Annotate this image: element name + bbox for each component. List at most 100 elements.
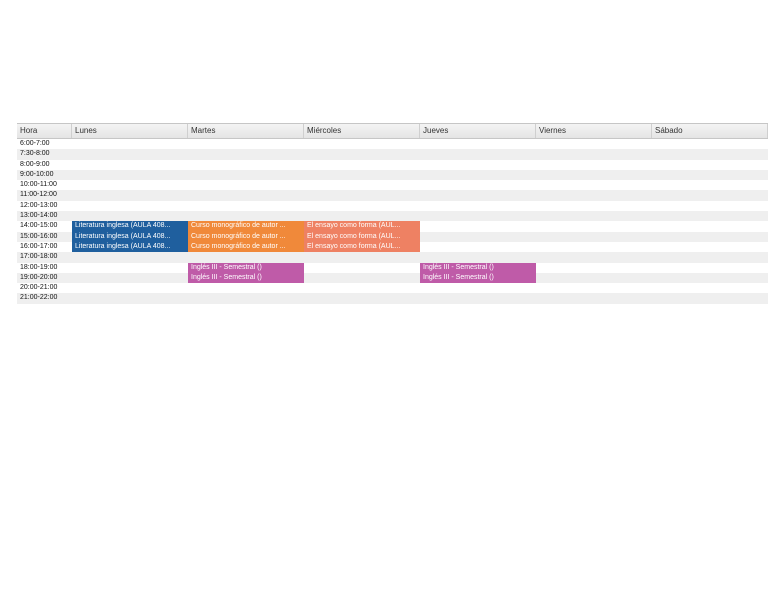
empty-slot[interactable]: [72, 293, 188, 303]
empty-slot[interactable]: [420, 242, 536, 252]
empty-slot[interactable]: [536, 232, 652, 242]
empty-slot[interactable]: [304, 283, 420, 293]
empty-slot[interactable]: [536, 190, 652, 200]
empty-slot[interactable]: [72, 201, 188, 211]
empty-slot[interactable]: [652, 252, 768, 262]
class-event[interactable]: Curso monográfico de autor ...: [188, 241, 304, 253]
class-event[interactable]: Inglés III - Semestral (): [420, 262, 536, 273]
empty-slot[interactable]: [420, 180, 536, 190]
empty-slot[interactable]: [652, 211, 768, 221]
class-event[interactable]: Inglés III - Semestral (): [420, 272, 536, 284]
empty-slot[interactable]: [536, 149, 652, 159]
empty-slot[interactable]: [420, 201, 536, 211]
header-lunes[interactable]: Lunes: [72, 124, 188, 138]
empty-slot[interactable]: [536, 160, 652, 170]
empty-slot[interactable]: [420, 232, 536, 242]
empty-slot[interactable]: [72, 283, 188, 293]
empty-slot[interactable]: [536, 242, 652, 252]
class-event[interactable]: Literatura inglesa (AULA 408...: [72, 231, 188, 242]
empty-slot[interactable]: [304, 201, 420, 211]
empty-slot[interactable]: [420, 190, 536, 200]
empty-slot[interactable]: [652, 263, 768, 273]
empty-slot[interactable]: [188, 190, 304, 200]
empty-slot[interactable]: [188, 283, 304, 293]
empty-slot[interactable]: [536, 252, 652, 262]
empty-slot[interactable]: [188, 180, 304, 190]
header-sabado[interactable]: Sábado: [652, 124, 768, 138]
empty-slot[interactable]: [420, 149, 536, 159]
empty-slot[interactable]: [72, 252, 188, 262]
empty-slot[interactable]: [304, 180, 420, 190]
empty-slot[interactable]: [304, 252, 420, 262]
empty-slot[interactable]: [188, 160, 304, 170]
empty-slot[interactable]: [652, 232, 768, 242]
empty-slot[interactable]: [304, 149, 420, 159]
empty-slot[interactable]: [652, 190, 768, 200]
header-martes[interactable]: Martes: [188, 124, 304, 138]
empty-slot[interactable]: [652, 139, 768, 149]
header-hora[interactable]: Hora: [17, 124, 72, 138]
empty-slot[interactable]: [652, 242, 768, 252]
empty-slot[interactable]: [304, 263, 420, 273]
empty-slot[interactable]: [420, 221, 536, 231]
empty-slot[interactable]: [652, 283, 768, 293]
empty-slot[interactable]: [420, 211, 536, 221]
empty-slot[interactable]: [72, 211, 188, 221]
empty-slot[interactable]: [652, 170, 768, 180]
empty-slot[interactable]: [304, 273, 420, 283]
empty-slot[interactable]: [188, 149, 304, 159]
empty-slot[interactable]: [652, 273, 768, 283]
class-event[interactable]: Curso monográfico de autor ...: [188, 231, 304, 242]
header-viernes[interactable]: Viernes: [536, 124, 652, 138]
header-miercoles[interactable]: Miércoles: [304, 124, 420, 138]
empty-slot[interactable]: [72, 273, 188, 283]
header-jueves[interactable]: Jueves: [420, 124, 536, 138]
empty-slot[interactable]: [188, 252, 304, 262]
empty-slot[interactable]: [652, 160, 768, 170]
empty-slot[interactable]: [536, 201, 652, 211]
empty-slot[interactable]: [188, 211, 304, 221]
empty-slot[interactable]: [420, 170, 536, 180]
empty-slot[interactable]: [304, 170, 420, 180]
class-event[interactable]: Curso monográfico de autor ...: [188, 221, 304, 232]
empty-slot[interactable]: [652, 221, 768, 231]
class-event[interactable]: Inglés III - Semestral (): [188, 262, 304, 273]
empty-slot[interactable]: [652, 180, 768, 190]
empty-slot[interactable]: [536, 283, 652, 293]
class-event[interactable]: El ensayo como forma (AUL...: [304, 221, 420, 232]
empty-slot[interactable]: [420, 160, 536, 170]
empty-slot[interactable]: [652, 201, 768, 211]
empty-slot[interactable]: [420, 283, 536, 293]
empty-slot[interactable]: [420, 293, 536, 303]
empty-slot[interactable]: [420, 252, 536, 262]
empty-slot[interactable]: [536, 180, 652, 190]
empty-slot[interactable]: [72, 170, 188, 180]
empty-slot[interactable]: [536, 273, 652, 283]
empty-slot[interactable]: [536, 263, 652, 273]
empty-slot[interactable]: [72, 190, 188, 200]
empty-slot[interactable]: [304, 160, 420, 170]
empty-slot[interactable]: [536, 211, 652, 221]
empty-slot[interactable]: [304, 190, 420, 200]
empty-slot[interactable]: [304, 293, 420, 303]
empty-slot[interactable]: [652, 293, 768, 303]
class-event[interactable]: El ensayo como forma (AUL...: [304, 231, 420, 242]
empty-slot[interactable]: [188, 293, 304, 303]
empty-slot[interactable]: [536, 293, 652, 303]
empty-slot[interactable]: [188, 201, 304, 211]
class-event[interactable]: Literatura inglesa (AULA 408...: [72, 241, 188, 253]
empty-slot[interactable]: [188, 139, 304, 149]
class-event[interactable]: El ensayo como forma (AUL...: [304, 241, 420, 253]
class-event[interactable]: Inglés III - Semestral (): [188, 272, 304, 284]
empty-slot[interactable]: [536, 221, 652, 231]
empty-slot[interactable]: [188, 170, 304, 180]
empty-slot[interactable]: [72, 139, 188, 149]
empty-slot[interactable]: [72, 263, 188, 273]
empty-slot[interactable]: [304, 139, 420, 149]
empty-slot[interactable]: [420, 139, 536, 149]
empty-slot[interactable]: [536, 139, 652, 149]
empty-slot[interactable]: [536, 170, 652, 180]
empty-slot[interactable]: [72, 160, 188, 170]
empty-slot[interactable]: [304, 211, 420, 221]
empty-slot[interactable]: [652, 149, 768, 159]
